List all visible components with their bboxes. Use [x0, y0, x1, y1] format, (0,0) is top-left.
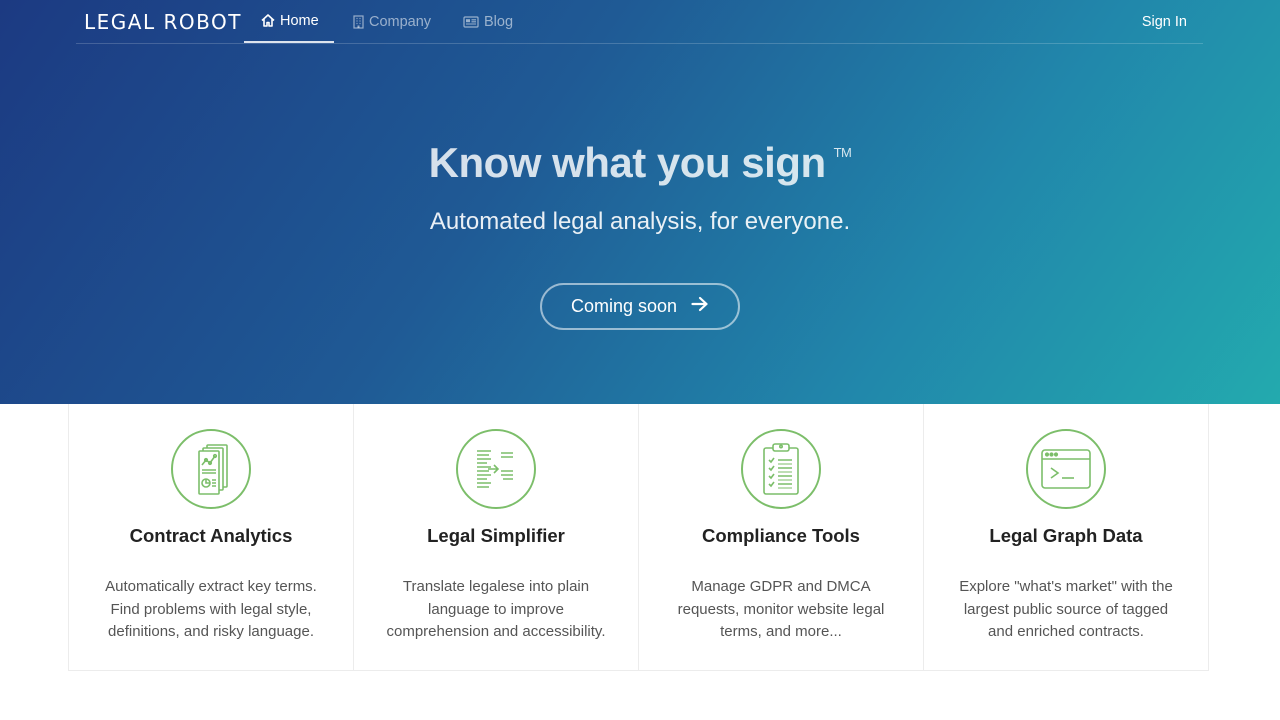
nav-item-home[interactable]: Home — [244, 0, 334, 43]
text-simplify-icon — [456, 429, 536, 509]
coming-soon-button[interactable]: Coming soon — [540, 283, 740, 330]
card-title: Contract Analytics — [129, 525, 293, 546]
nav-item-label: Company — [369, 13, 432, 30]
newspaper-icon — [463, 15, 479, 28]
nav-item-label: Blog — [484, 13, 514, 30]
hero-section: LEGAL ROBOT Home Company Blog Sign In Kn… — [0, 0, 1280, 404]
terminal-window-icon — [1026, 429, 1106, 509]
feature-card-legal-simplifier[interactable]: Legal Simplifier Translate legalese into… — [353, 404, 639, 671]
feature-card-legal-graph-data[interactable]: Legal Graph Data Explore "what's market"… — [923, 404, 1209, 671]
feature-card-contract-analytics[interactable]: Contract Analytics Automatically extract… — [68, 404, 354, 671]
feature-card-compliance-tools[interactable]: Compliance Tools Manage GDPR and DMCA re… — [638, 404, 924, 671]
arrow-right-icon — [691, 296, 709, 317]
hero-subheadline: Automated legal analysis, for everyone. — [429, 208, 851, 235]
headline-text: Know what you sign — [428, 139, 827, 186]
checklist-clipboard-icon — [741, 429, 821, 509]
nav-item-label: Home — [280, 12, 319, 29]
nav-item-company[interactable]: Company — [353, 0, 431, 43]
card-title: Compliance Tools — [702, 525, 860, 546]
card-title: Legal Graph Data — [989, 525, 1143, 546]
hero-headline: Know what you sign TM — [0, 139, 1280, 187]
feature-cards: Contract Analytics Automatically extract… — [68, 404, 1212, 671]
top-nav: LEGAL ROBOT Home Company Blog Sign In — [76, 0, 1203, 44]
card-description: Automatically extract key terms. Find pr… — [105, 578, 317, 640]
logo[interactable]: LEGAL ROBOT — [84, 9, 242, 35]
card-description: Manage GDPR and DMCA requests, monitor w… — [677, 578, 885, 640]
document-analytics-icon — [171, 429, 251, 509]
home-icon — [261, 14, 275, 27]
nav-item-blog[interactable]: Blog — [463, 0, 513, 43]
card-title: Legal Simplifier — [427, 525, 565, 546]
card-description: Explore "what's market" with the largest… — [959, 578, 1173, 640]
sign-in-link[interactable]: Sign In — [1142, 0, 1187, 43]
cta-label: Coming soon — [570, 296, 678, 316]
card-description: Translate legalese into plain language t… — [386, 578, 606, 640]
trademark-mark: TM — [833, 145, 852, 160]
building-icon — [353, 14, 364, 29]
